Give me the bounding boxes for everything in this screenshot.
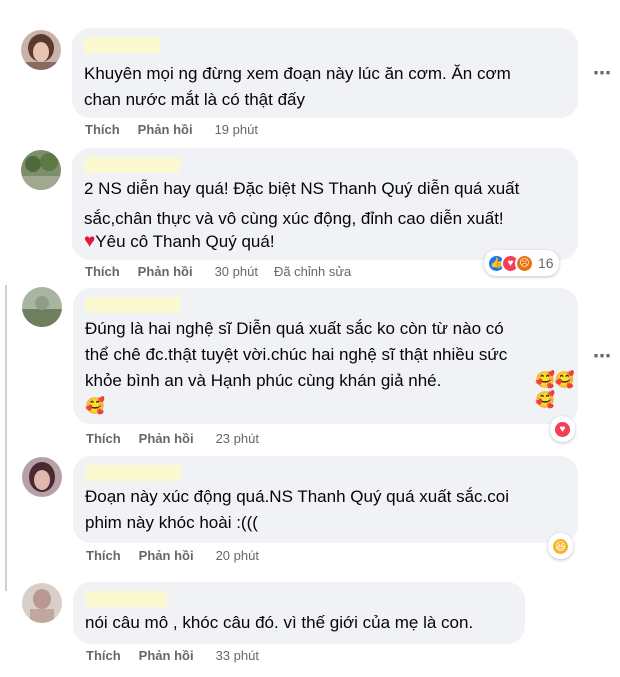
commenter-name-redacted[interactable]	[85, 465, 181, 481]
comment-text: nói câu mô , khóc câu đó. vì thế giới củ…	[85, 613, 474, 632]
more-options-icon[interactable]: ⋯	[592, 346, 612, 366]
comment-bubble: Đúng là hai nghệ sĩ Diễn quá xuất sắc ko…	[73, 288, 578, 424]
comment-text-line: Yêu cô Thanh Quý quá!	[95, 232, 275, 251]
comment-bubble: Đoạn này xúc động quá.NS Thanh Quý quá x…	[73, 456, 578, 543]
like-button[interactable]: Thích	[86, 548, 121, 563]
comment-text: Khuyên mọi ng đừng xem đoạn này lúc ăn c…	[84, 64, 511, 109]
comment-actions: Thích Phản hồi 23 phút	[86, 431, 259, 446]
comment-time[interactable]: 33 phút	[216, 648, 259, 663]
reply-button[interactable]: Phản hồi	[138, 122, 193, 137]
comment-time[interactable]: 23 phút	[216, 431, 259, 446]
like-button[interactable]: Thích	[85, 122, 120, 137]
commenter-name-redacted[interactable]	[85, 297, 181, 313]
commenter-name-redacted[interactable]	[85, 591, 167, 607]
smiling-hearts-emoji: 🥰	[85, 398, 105, 415]
edited-label[interactable]: Đã chỉnh sửa	[274, 264, 351, 279]
comment-bubble: nói câu mô , khóc câu đó. vì thế giới củ…	[73, 582, 525, 644]
reaction-summary[interactable]: 👍 ♥ ☹ 16	[484, 250, 559, 276]
commenter-avatar[interactable]	[21, 150, 61, 190]
comment-actions: Thích Phản hồi 20 phút	[86, 548, 259, 563]
reaction-summary[interactable]: 😆	[548, 533, 573, 559]
comment-text: Đoạn này xúc động quá.NS Thanh Quý quá x…	[85, 487, 510, 532]
smiling-hearts-emoji: 🥰🥰🥰	[535, 372, 575, 409]
like-button[interactable]: Thích	[86, 648, 121, 663]
reply-button[interactable]: Phản hồi	[139, 648, 194, 663]
angry-icon: ☹	[515, 253, 534, 273]
comment-time[interactable]: 30 phút	[215, 264, 258, 279]
commenter-avatar[interactable]	[22, 287, 62, 327]
comment-time[interactable]: 19 phút	[215, 122, 258, 137]
more-options-icon[interactable]: ⋯	[592, 63, 612, 83]
comment-text-line: 2 NS diễn hay quá! Đặc biệt NS Thanh Quý…	[84, 179, 520, 198]
commenter-name-redacted[interactable]	[84, 157, 180, 173]
reply-button[interactable]: Phản hồi	[139, 548, 194, 563]
commenter-avatar[interactable]	[22, 457, 62, 497]
comment-time[interactable]: 20 phút	[216, 548, 259, 563]
commenter-name-redacted[interactable]	[84, 37, 160, 53]
love-icon: ♥	[553, 419, 572, 439]
haha-icon: 😆	[551, 536, 570, 556]
reaction-count: 16	[538, 255, 554, 271]
comment-text: Đúng là hai nghệ sĩ Diễn quá xuất sắc ko…	[85, 319, 508, 390]
reaction-summary[interactable]: ♥	[550, 416, 575, 442]
commenter-avatar[interactable]	[21, 30, 61, 70]
comment-bubble: 2 NS diễn hay quá! Đặc biệt NS Thanh Quý…	[72, 148, 578, 260]
comment-actions: Thích Phản hồi 33 phút	[86, 648, 259, 663]
like-button[interactable]: Thích	[86, 431, 121, 446]
thread-line	[5, 285, 7, 591]
comment-bubble: Khuyên mọi ng đừng xem đoạn này lúc ăn c…	[72, 28, 578, 118]
reply-button[interactable]: Phản hồi	[138, 264, 193, 279]
comment-actions: Thích Phản hồi 30 phút Đã chỉnh sửa	[85, 264, 351, 279]
comment-actions: Thích Phản hồi 19 phút	[85, 122, 258, 137]
like-button[interactable]: Thích	[85, 264, 120, 279]
reply-button[interactable]: Phản hồi	[139, 431, 194, 446]
red-heart-emoji: ♥	[84, 231, 96, 252]
commenter-avatar[interactable]	[22, 583, 62, 623]
